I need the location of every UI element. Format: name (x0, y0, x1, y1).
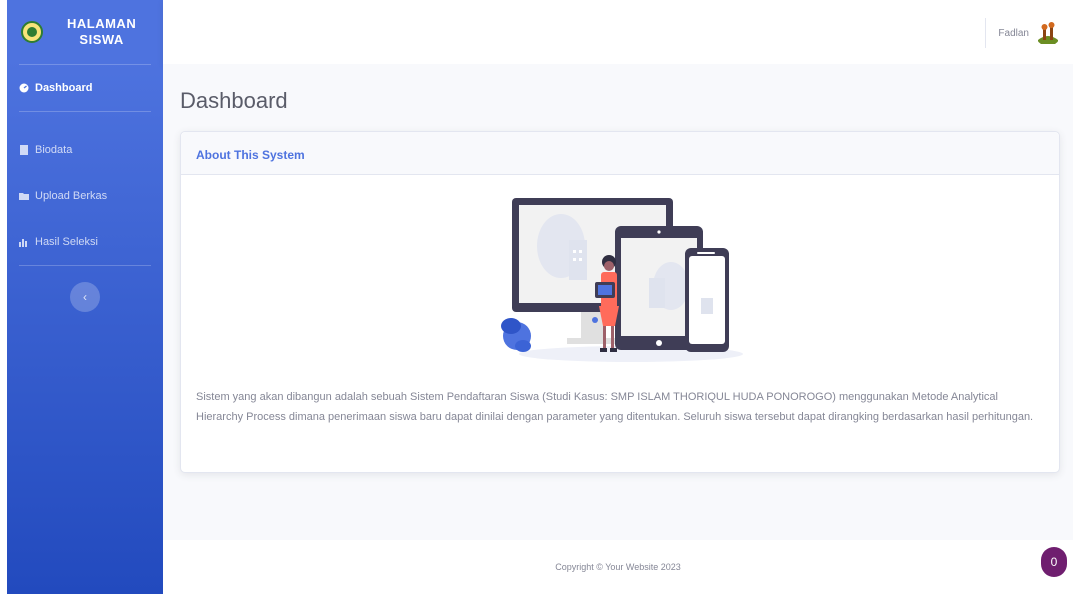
card-header: About This System (181, 132, 1059, 175)
sidebar-item-biodata[interactable]: Biodata (7, 127, 163, 173)
user-name: Fadlan (998, 27, 1029, 39)
page-title: Dashboard (180, 88, 288, 113)
main-content: Dashboard About This System Sistem yang … (163, 64, 1073, 540)
topbar: Fadlan (163, 0, 1073, 64)
sidebar-item-dashboard[interactable]: Dashboard (7, 65, 163, 111)
sidebar-brand[interactable]: HALAMAN SISWA (7, 0, 163, 64)
tachometer-icon (19, 83, 29, 93)
sidebar-toggle-button[interactable]: ‹ (70, 282, 100, 312)
footer: Copyright © Your Website 2023 (163, 540, 1073, 594)
sidebar-item-hasil-seleksi[interactable]: Hasil Seleksi (7, 219, 163, 265)
chart-bar-icon (19, 237, 29, 247)
sidebar-divider (19, 111, 151, 112)
document-icon (19, 145, 29, 155)
sidebar-item-label: Biodata (35, 144, 73, 156)
topbar-divider (985, 18, 986, 48)
about-description: Sistem yang akan dibangun adalah sebuah … (196, 391, 1034, 423)
brand-title: HALAMAN SISWA (67, 16, 136, 48)
folder-icon (19, 191, 29, 201)
chevron-left-icon: ‹ (83, 290, 87, 304)
sidebar-item-upload-berkas[interactable]: Upload Berkas (7, 173, 163, 219)
sidebar-item-label: Dashboard (35, 82, 93, 94)
sidebar-item-label: Upload Berkas (35, 190, 108, 202)
copyright-text: Copyright © Your Website 2023 (555, 562, 681, 572)
badge-count: 0 (1050, 555, 1058, 569)
sidebar-item-label: Hasil Seleksi (35, 236, 98, 248)
school-emblem-icon (21, 21, 43, 43)
about-card: About This System Sistem yang akan diban… (180, 131, 1060, 473)
brand-title-line1: HALAMAN (67, 16, 137, 31)
notification-badge[interactable]: 0 (1041, 547, 1067, 577)
user-dropdown[interactable]: Fadlan (998, 20, 1061, 46)
brand-title-line2: SISWA (79, 32, 124, 47)
sidebar: HALAMAN SISWA Dashboard Biodata Upload B… (7, 0, 163, 594)
user-avatar-icon (1035, 20, 1061, 46)
devices-illustration (501, 198, 743, 362)
